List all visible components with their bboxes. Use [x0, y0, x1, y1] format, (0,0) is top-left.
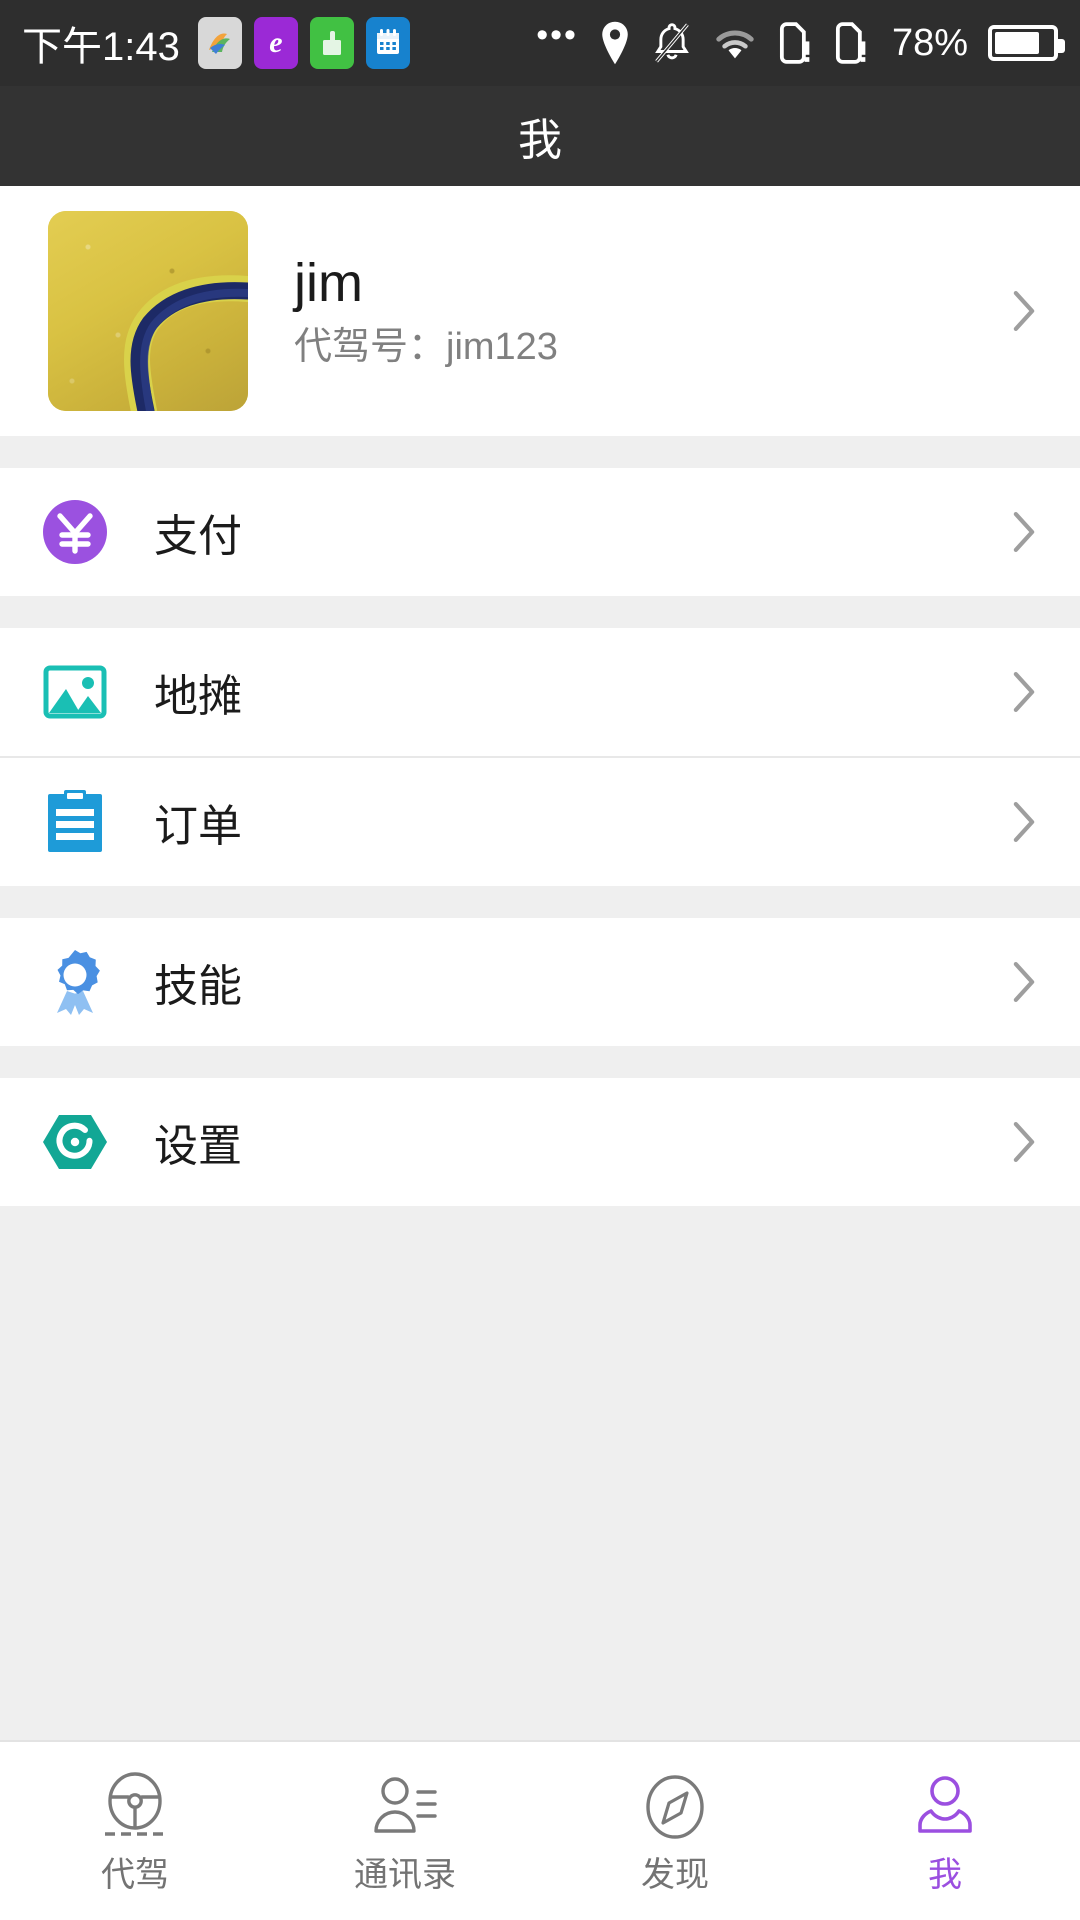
- chevron-right-icon: [1004, 509, 1044, 555]
- menu-item-payment[interactable]: 支付: [0, 468, 1080, 596]
- green-app-icon: [309, 17, 354, 69]
- clipboard-order-icon: [36, 783, 114, 861]
- tab-label: 我: [928, 1856, 962, 1894]
- page-title: 我: [518, 116, 562, 165]
- steering-wheel-icon: [99, 1770, 171, 1844]
- battery-fill: [995, 32, 1039, 54]
- profile-driver-id: 代驾号：jim123: [294, 326, 558, 368]
- content-filler: [0, 1206, 1080, 1740]
- menu-item-stall[interactable]: 地摊: [0, 628, 1080, 756]
- menu-item-label: 地摊: [154, 672, 242, 721]
- sim2-alert-icon: [834, 21, 870, 65]
- menu-item-label: 设置: [154, 1122, 242, 1171]
- menu-item-orders[interactable]: 订单: [0, 758, 1080, 886]
- tab-label: 通讯录: [354, 1856, 456, 1894]
- app-root: 下午1:43 e ••• 78% 我 jim 代驾号：jim123 支付 地摊 …: [0, 0, 1080, 1920]
- tab-contacts[interactable]: 通讯录: [270, 1742, 540, 1920]
- menu-item-label: 订单: [154, 802, 242, 851]
- section-gap: [0, 596, 1080, 628]
- sim1-alert-icon: [778, 21, 814, 65]
- section-gap: [0, 886, 1080, 918]
- profile-name: jim: [294, 253, 363, 313]
- chevron-right-icon: [1004, 1119, 1044, 1165]
- bottom-tab-bar: 代驾 通讯录 发现 我: [0, 1740, 1080, 1920]
- menu-group-settings: 设置: [0, 1078, 1080, 1206]
- yen-payment-icon: [36, 493, 114, 571]
- wifi-icon: [712, 25, 758, 61]
- section-gap: [0, 1046, 1080, 1078]
- battery-percent-label: 78%: [891, 21, 968, 64]
- main-content: jim 代驾号：jim123 支付 地摊 订单 技能 设置: [0, 186, 1080, 1740]
- chevron-right-icon: [1004, 288, 1044, 334]
- menu-group-skill: 技能: [0, 918, 1080, 1046]
- profile-text: jim 代驾号：jim123: [294, 256, 1004, 366]
- browser-e-app-icon: e: [253, 17, 298, 69]
- section-gap: [0, 436, 1080, 468]
- battery-icon: [988, 25, 1065, 61]
- contacts-icon: [369, 1770, 441, 1844]
- menu-item-settings[interactable]: 设置: [0, 1078, 1080, 1206]
- tab-designated-driving[interactable]: 代驾: [0, 1742, 270, 1920]
- status-bar: 下午1:43 e ••• 78%: [0, 0, 1080, 86]
- overflow-dots-icon: •••: [536, 16, 578, 54]
- medal-skill-icon: [36, 943, 114, 1021]
- tab-me[interactable]: 我: [810, 1742, 1080, 1920]
- title-bar: 我: [0, 86, 1080, 186]
- tab-label: 发现: [641, 1856, 709, 1894]
- hexagon-settings-icon: [36, 1103, 114, 1181]
- compass-discover-icon: [640, 1770, 710, 1844]
- status-bar-clock: 下午1:43: [22, 25, 180, 69]
- menu-item-label: 技能: [154, 962, 242, 1011]
- menu-group-payment: 支付: [0, 468, 1080, 596]
- bell-muted-icon: [652, 21, 692, 65]
- person-me-icon: [911, 1770, 979, 1844]
- browser-e-glyph: e: [269, 26, 283, 59]
- profile-row[interactable]: jim 代驾号：jim123: [0, 186, 1080, 436]
- chevron-right-icon: [1004, 799, 1044, 845]
- photos-app-icon: [197, 17, 242, 69]
- avatar-path-graphic: [124, 275, 248, 411]
- tab-label: 代驾: [101, 1856, 169, 1894]
- calendar-app-icon: [365, 17, 410, 69]
- menu-item-skill[interactable]: 技能: [0, 918, 1080, 1046]
- status-bar-indicators: ••• 78%: [536, 16, 1065, 66]
- avatar[interactable]: [48, 211, 248, 411]
- tab-discover[interactable]: 发现: [540, 1742, 810, 1920]
- menu-group-market: 地摊 订单: [0, 628, 1080, 886]
- menu-item-label: 支付: [154, 512, 242, 561]
- image-stall-icon: [36, 653, 114, 731]
- profile-card: jim 代驾号：jim123: [0, 186, 1080, 436]
- location-pin-icon: [598, 20, 632, 66]
- chevron-right-icon: [1004, 669, 1044, 715]
- status-bar-app-icons: e: [197, 17, 410, 69]
- chevron-right-icon: [1004, 959, 1044, 1005]
